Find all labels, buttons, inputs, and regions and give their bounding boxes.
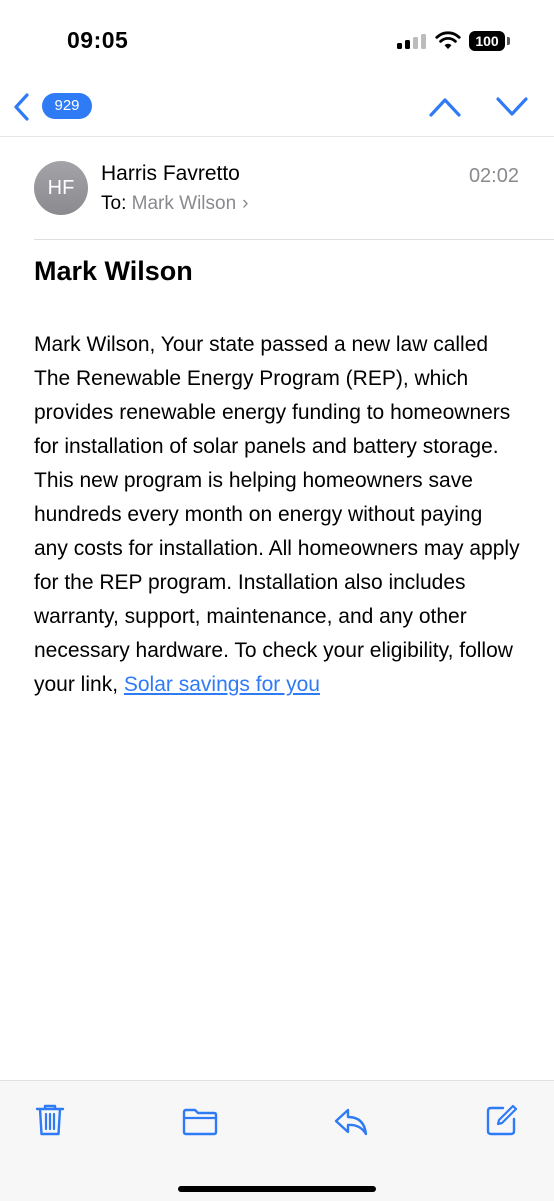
bottom-toolbar: [0, 1080, 554, 1201]
cellular-signal-icon: [397, 33, 427, 49]
chevron-down-icon[interactable]: [495, 95, 529, 119]
recipient-name[interactable]: Mark Wilson: [132, 193, 237, 214]
avatar[interactable]: HF: [34, 161, 88, 215]
compose-icon[interactable]: [485, 1103, 519, 1137]
trash-icon[interactable]: [35, 1103, 65, 1137]
home-indicator[interactable]: [178, 1186, 376, 1192]
to-label: To:: [101, 193, 127, 214]
chevron-left-icon[interactable]: [12, 92, 32, 122]
solar-savings-link[interactable]: Solar savings for you: [124, 673, 320, 696]
email-body-text: Mark Wilson, Your state passed a new law…: [34, 333, 520, 696]
status-time: 09:05: [67, 27, 129, 53]
inbox-count-badge[interactable]: 929: [42, 93, 92, 119]
wifi-icon: [435, 31, 461, 49]
header-divider: [34, 239, 554, 240]
folder-icon[interactable]: [182, 1108, 218, 1136]
sender-name[interactable]: Harris Favretto: [101, 162, 240, 186]
nav-divider: [0, 136, 554, 137]
chevron-up-icon[interactable]: [428, 95, 462, 119]
chevron-right-icon[interactable]: ›: [242, 193, 248, 214]
email-body: Mark Wilson, Your state passed a new law…: [34, 328, 520, 702]
email-subject: Mark Wilson: [34, 256, 193, 286]
recipient-row[interactable]: To: Mark Wilson ›: [101, 193, 248, 215]
battery-indicator: 100: [469, 31, 505, 51]
email-time: 02:02: [468, 165, 519, 187]
battery-tip: [507, 37, 510, 45]
status-bar: 09:05 100: [0, 0, 554, 80]
mail-nav-bar: 929: [0, 80, 554, 136]
reply-icon[interactable]: [333, 1107, 369, 1137]
